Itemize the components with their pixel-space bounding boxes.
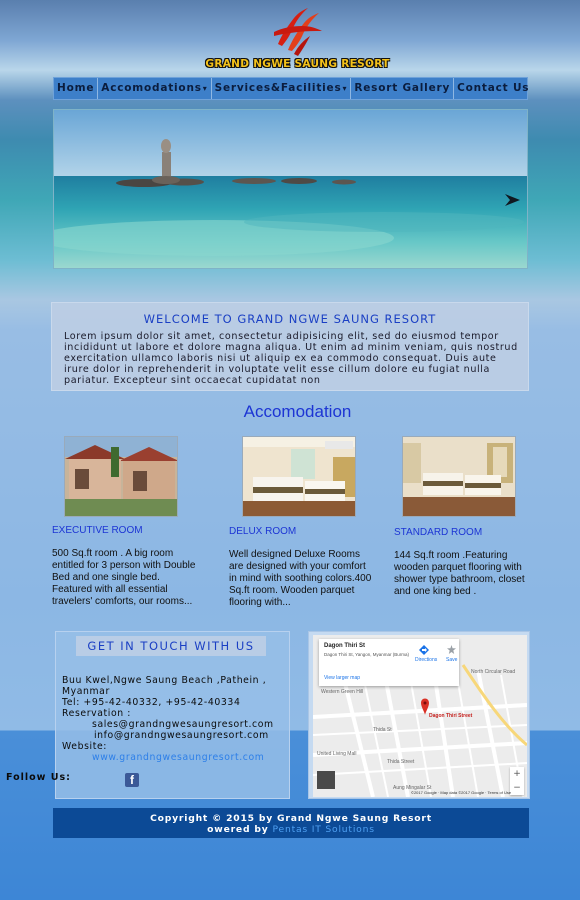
map-place-name: Dagon Thiri St — [324, 643, 365, 649]
accomodation-heading: Accomodation — [243, 402, 352, 421]
map-marker-label: Dagon Thiri Street — [429, 713, 473, 719]
map-zoom-control: + − — [510, 767, 524, 795]
save-link[interactable]: Save — [446, 657, 457, 663]
nav-item-label: Services&Facilities — [214, 82, 342, 94]
google-map[interactable]: Dagon Thiri Street Western Green Hill Th… — [313, 635, 527, 797]
room-title[interactable]: STANDARD ROOM — [394, 527, 482, 538]
resort-logo-icon — [274, 8, 322, 56]
welcome-section: WELCOME TO GRAND NGWE SAUNG RESORT Lorem… — [51, 302, 529, 391]
welcome-title: WELCOME TO GRAND NGWE SAUNG RESORT — [143, 312, 437, 326]
map-label: Thida Street — [387, 759, 415, 765]
map-label: North Circular Road — [471, 669, 516, 675]
contact-section: GET IN TOUCH WITH US Buu Kwel,Ngwe Saung… — [55, 631, 290, 799]
nav-item-services-facilities[interactable]: Services&Facilities▾ — [212, 78, 352, 99]
map-label: United Living Mall — [317, 751, 357, 757]
contact-details: Buu Kwel,Ngwe Saung Beach ,Pathein , Mya… — [62, 675, 290, 763]
map-label: Thida St — [373, 727, 392, 733]
zoom-in-button[interactable]: + — [510, 767, 524, 781]
nav-item-resort-gallery[interactable]: Resort Gallery — [351, 78, 455, 99]
page-footer: Copyright © 2015 by Grand Ngwe Saung Res… — [53, 808, 529, 838]
map-footer: ©2017 Google · Map data ©2017 Google · T… — [411, 790, 512, 795]
zoom-out-button[interactable]: − — [510, 781, 524, 795]
room-title[interactable]: DELUX ROOM — [229, 526, 296, 537]
nav-item-label: Accomodations — [101, 82, 202, 94]
nav-item-label: Home — [57, 82, 95, 94]
pentas-link[interactable]: Pentas IT Solutions — [273, 824, 375, 835]
map-label: Western Green Hill — [321, 689, 364, 695]
contact-title: GET IN TOUCH WITH US — [76, 636, 266, 656]
chevron-right-icon[interactable] — [504, 192, 522, 208]
view-larger-map-link[interactable]: View larger map — [324, 675, 360, 681]
room-description: Well designed Deluxe Rooms are designed … — [229, 549, 372, 608]
welcome-text: Lorem ipsum dolor sit amet, consectetur … — [64, 331, 518, 386]
room-title[interactable]: EXECUTIVE ROOM — [52, 525, 143, 536]
directions-icon[interactable] — [419, 645, 429, 655]
nav-item-label: Resort Gallery — [354, 82, 451, 94]
contact-email-sales[interactable]: sales@grandngwesaungresort.com — [62, 719, 290, 730]
standard-room-image[interactable] — [402, 436, 516, 517]
follow-us-label: Follow Us: — [6, 772, 71, 783]
nav-item-label: Contact Us — [457, 82, 530, 94]
beach-sea-image — [54, 110, 527, 268]
resort-brand-name: GRAND NGWE SAUNG RESORT — [205, 58, 390, 70]
room-description: 144 Sq.ft room .Featuring wooden parquet… — [394, 550, 525, 597]
facebook-icon[interactable]: f — [125, 773, 139, 787]
executive-room-image[interactable] — [64, 436, 178, 517]
delux-room-image[interactable] — [242, 436, 356, 517]
hero-slider[interactable] — [53, 109, 528, 269]
caret-down-icon: ▾ — [342, 84, 348, 93]
powered-by-line: owered by Pentas IT Solutions — [53, 824, 529, 835]
map-place-address: Dagon Thiri St, Yangon, Myanmar (Burma) — [324, 652, 410, 657]
copyright-text: Copyright © 2015 by Grand Ngwe Saung Res… — [150, 813, 432, 824]
map-frame: Dagon Thiri Street Western Green Hill Th… — [308, 631, 530, 799]
nav-item-contact-us[interactable]: Contact Us — [454, 78, 532, 99]
contact-reservation-label: Reservation : — [62, 708, 132, 719]
nav-item-accomodations[interactable]: Accomodations▾ — [98, 78, 212, 99]
room-description: 500 Sq.ft room . A big room entitled for… — [52, 548, 196, 607]
caret-down-icon: ▾ — [202, 84, 208, 93]
directions-link[interactable]: Directions — [415, 657, 437, 663]
contact-address: Buu Kwel,Ngwe Saung Beach ,Pathein , Mya… — [62, 675, 267, 697]
contact-email-info[interactable]: info@grandngwesaungresort.com — [62, 730, 290, 741]
star-icon[interactable] — [447, 645, 456, 654]
powered-by-label: owered by — [207, 824, 269, 835]
map-info-card: Dagon Thiri St Dagon Thiri St, Yangon, M… — [319, 639, 459, 686]
main-nav: Home Accomodations▾ Services&Facilities▾… — [53, 77, 529, 100]
contact-tel: Tel: +95-42-40332, +95-42-40334 — [62, 697, 241, 708]
contact-website-label: Website: — [62, 741, 107, 752]
contact-website-link[interactable]: www.grandngwesaungresort.com — [62, 752, 290, 763]
nav-item-home[interactable]: Home — [54, 78, 99, 99]
